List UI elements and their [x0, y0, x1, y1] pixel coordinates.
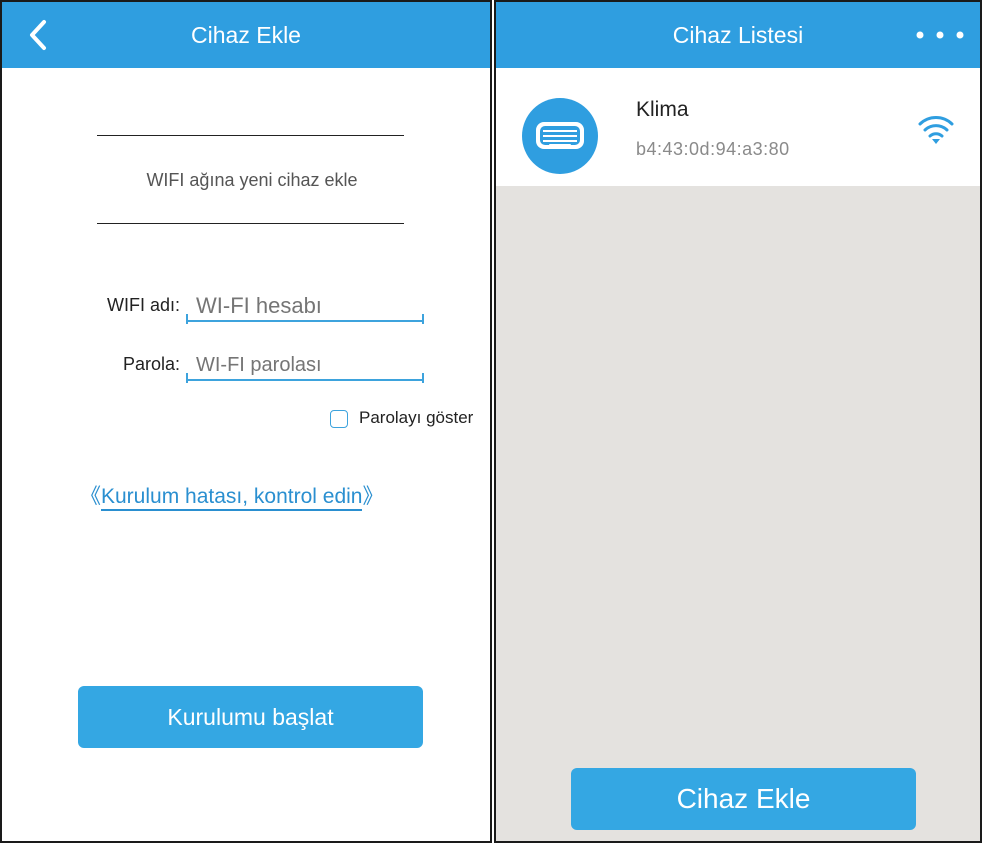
- nav-bar: Cihaz Ekle: [2, 2, 490, 68]
- page-title: Cihaz Listesi: [672, 22, 804, 48]
- start-setup-button[interactable]: Kurulumu başlat: [78, 686, 423, 748]
- input-tick-right: [422, 314, 424, 324]
- link-close-bracket: 》: [362, 485, 384, 508]
- input-tick-left: [186, 373, 188, 383]
- wifi-name-input[interactable]: [188, 292, 424, 322]
- divider-top: [97, 135, 404, 136]
- wifi-icon: [918, 116, 954, 144]
- device-list-screen: Cihaz Listesi Klima b4:43:0d:94:a3:80 Ci…: [494, 0, 982, 843]
- device-mac-address: b4:43:0d:94:a3:80: [636, 139, 790, 159]
- add-device-button[interactable]: Cihaz Ekle: [571, 768, 916, 830]
- page-title: Cihaz Ekle: [191, 22, 301, 48]
- device-list-item[interactable]: Klima b4:43:0d:94:a3:80: [496, 68, 980, 186]
- setup-help-link-text: Kurulum hatası, kontrol edin: [101, 485, 363, 511]
- device-avatar: [522, 98, 598, 174]
- password-label: Parola:: [122, 354, 180, 374]
- divider-bottom: [97, 223, 404, 224]
- password-input[interactable]: [188, 351, 424, 381]
- show-password-label: Parolayı göster: [359, 408, 474, 427]
- air-conditioner-icon: [536, 122, 584, 149]
- more-options-button[interactable]: [910, 18, 970, 52]
- input-tick-left: [186, 314, 188, 324]
- subtitle: WIFI ağına yeni cihaz ekle: [146, 170, 358, 190]
- show-password-checkbox[interactable]: [330, 410, 348, 428]
- link-open-bracket: 《: [80, 485, 101, 508]
- wifi-name-label: WIFI adı:: [106, 295, 180, 315]
- add-device-screen: Cihaz Ekle WIFI ağına yeni cihaz ekle WI…: [0, 0, 492, 843]
- input-tick-right: [422, 373, 424, 383]
- nav-bar: Cihaz Listesi: [496, 2, 980, 68]
- setup-help-link[interactable]: 《Kurulum hatası, kontrol edin》: [80, 480, 384, 511]
- device-name: Klima: [636, 98, 689, 121]
- more-dots-icon: [916, 31, 964, 39]
